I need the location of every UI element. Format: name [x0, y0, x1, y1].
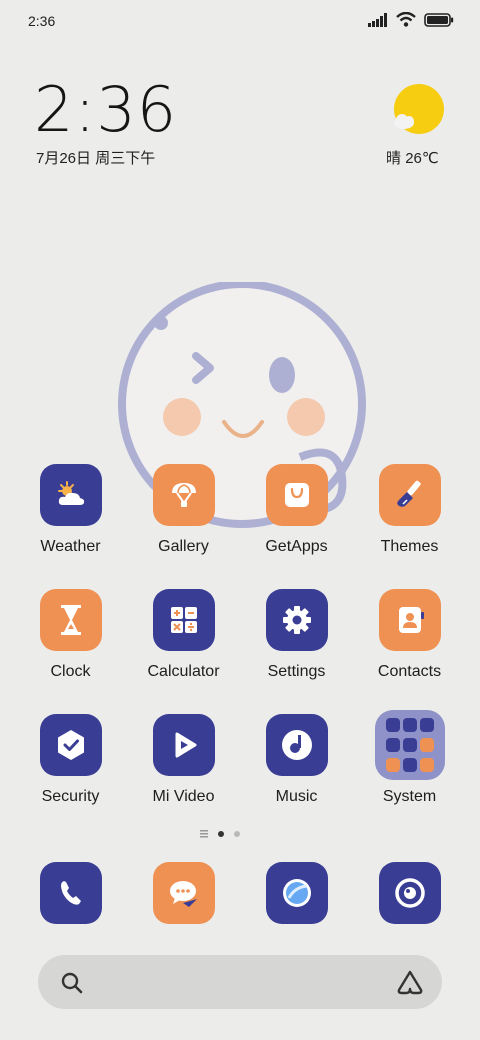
app-label: Contacts — [377, 663, 442, 680]
app-label: Security — [41, 788, 100, 805]
calculator-icon — [170, 607, 197, 633]
messages-icon — [169, 881, 197, 907]
app-system-folder[interactable]: System — [353, 710, 466, 806]
app-themes[interactable]: Themes — [353, 464, 466, 556]
page-dot-active[interactable] — [218, 831, 224, 837]
folder-mini-app — [385, 737, 400, 752]
folder-mini-app — [402, 737, 417, 752]
folder-mini-app — [402, 718, 417, 733]
signal-icon — [368, 12, 387, 27]
app-music[interactable]: Music — [240, 714, 353, 806]
app-clock[interactable]: Clock — [14, 589, 127, 681]
app-mi-video[interactable]: Mi Video — [127, 714, 240, 806]
camera-icon — [394, 878, 425, 908]
dock-camera[interactable] — [353, 862, 466, 924]
app-label: GetApps — [265, 538, 328, 555]
app-label: Settings — [267, 663, 326, 680]
dock-phone[interactable] — [14, 862, 127, 924]
clock-widget-date: 7月26日 周三下午 — [36, 150, 156, 167]
app-label: Themes — [380, 538, 439, 555]
contacts-icon — [398, 607, 424, 633]
folder-mini-app — [419, 737, 434, 752]
status-bar: 2:36 — [0, 0, 480, 44]
video-icon — [175, 732, 196, 758]
app-label: Gallery — [158, 538, 209, 555]
clock-icon — [60, 605, 81, 635]
wifi-icon — [396, 12, 416, 27]
menu-lines-icon — [200, 830, 208, 838]
security-icon — [57, 730, 84, 760]
dock-messages[interactable] — [127, 862, 240, 924]
app-label: Music — [275, 788, 318, 805]
folder-icon — [374, 710, 445, 780]
themes-icon — [396, 480, 421, 507]
app-security[interactable]: Security — [14, 714, 127, 806]
app-contacts[interactable]: Contacts — [353, 589, 466, 681]
app-getapps[interactable]: GetApps — [240, 464, 353, 556]
weather-condition: 晴 — [386, 150, 402, 167]
page-dot[interactable] — [234, 831, 240, 837]
phone-icon — [60, 881, 81, 905]
folder-mini-app — [402, 757, 417, 772]
weather-widget-text: 晴 26℃ — [386, 147, 439, 168]
app-label: System — [382, 788, 437, 805]
app-label: Mi Video — [152, 788, 215, 805]
app-gallery[interactable]: Gallery — [127, 464, 240, 556]
battery-icon — [424, 12, 454, 27]
browser-icon — [282, 879, 311, 907]
assistant-icon[interactable] — [396, 969, 424, 995]
app-label: Calculator — [147, 663, 220, 680]
search-bar[interactable] — [38, 955, 442, 1009]
page-indicator[interactable] — [200, 830, 240, 838]
getapps-icon — [284, 483, 309, 507]
status-time: 2:36 — [28, 13, 56, 29]
app-weather[interactable]: Weather — [14, 464, 127, 556]
app-label: Weather — [40, 538, 101, 555]
sun-cloud-icon[interactable] — [392, 84, 444, 136]
folder-mini-app — [419, 718, 434, 733]
folder-mini-app — [385, 757, 400, 772]
folder-mini-app — [419, 757, 434, 772]
app-label: Clock — [50, 663, 91, 680]
weather-icon — [57, 481, 84, 505]
clock-widget-time[interactable]: 2:36 — [34, 78, 177, 142]
app-calculator[interactable]: Calculator — [127, 589, 240, 681]
folder-mini-app — [385, 718, 400, 733]
dock-browser[interactable] — [240, 862, 353, 924]
music-icon — [281, 730, 312, 760]
app-settings[interactable]: Settings — [240, 589, 353, 681]
search-icon[interactable] — [60, 971, 84, 995]
weather-temperature: 26℃ — [405, 150, 439, 167]
gallery-icon — [171, 483, 196, 507]
settings-icon — [282, 606, 311, 634]
